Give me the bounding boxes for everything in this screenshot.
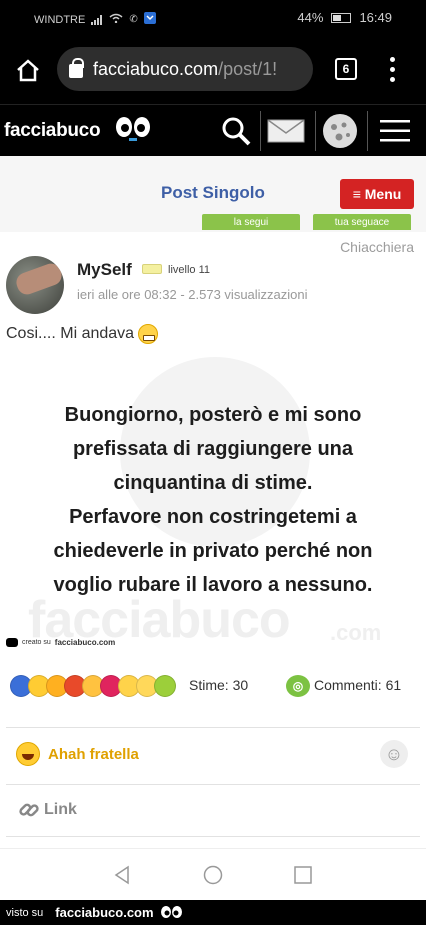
logo-eyes-icon [116, 117, 150, 141]
reactions-summary[interactable] [10, 674, 176, 698]
post-text: Cosi.... Mi andava [6, 324, 159, 344]
user-avatar-icon [323, 114, 357, 148]
battery-percent: 44% [297, 10, 324, 25]
comments-count[interactable]: Commenti: 61 [314, 677, 401, 693]
more-options-button[interactable] [385, 54, 399, 84]
wifi-icon [109, 13, 123, 26]
lock-icon [69, 58, 84, 78]
menu-button[interactable]: ≡ Menu [340, 179, 414, 209]
user-level: livello 11 [168, 264, 210, 276]
level-badge-icon [142, 264, 162, 274]
back-icon[interactable] [112, 865, 132, 885]
post-category[interactable]: Chiacchiera [340, 239, 414, 255]
divider [6, 836, 420, 837]
tab-la-segui[interactable]: la segui [202, 214, 300, 230]
tab-tua-seguace[interactable]: tua seguace [313, 214, 411, 230]
watermark-com: .com [330, 620, 382, 645]
post-meta: ieri alle ore 08:32 - 2.573 visualizzazi… [77, 287, 308, 302]
envelope-icon [267, 119, 305, 143]
avatar-photo [13, 260, 64, 298]
hamburger-icon [380, 120, 410, 142]
post-image[interactable]: facciabuco .com Buongiorno, posterò e mi… [0, 352, 426, 660]
hamburger-menu-button[interactable] [378, 113, 412, 149]
dot-icon [389, 56, 395, 62]
mini-logo-icon [6, 638, 18, 647]
tab-switcher-button[interactable]: 6 [335, 58, 357, 80]
footer-eyes-icon [160, 905, 182, 918]
reaction-picker[interactable]: Ahah fratella [16, 742, 139, 766]
post-text-content: Cosi.... Mi andava [6, 325, 135, 342]
profile-button[interactable] [321, 113, 359, 149]
page-title: Post Singolo [161, 183, 265, 202]
carrier-label: WINDTRE [34, 13, 86, 26]
avatar[interactable] [6, 256, 64, 314]
signal-icon [91, 14, 103, 25]
site-logo[interactable]: facciabuco [4, 120, 101, 142]
reaction-label: Ahah fratella [48, 745, 139, 763]
sick-emoji-icon [154, 675, 176, 697]
link-label: Link [44, 801, 77, 818]
link-button[interactable]: Link [18, 799, 77, 821]
home-button[interactable] [14, 56, 42, 84]
watermark-footer: visto su facciabuco.com [0, 900, 426, 925]
address-bar[interactable]: facciabuco.com/post/1! [57, 47, 313, 91]
grin-emoji-icon [138, 324, 159, 344]
browser-toolbar: facciabuco.com/post/1! 6 [0, 36, 426, 104]
search-button[interactable] [218, 113, 254, 149]
created-prefix: creato su [22, 639, 51, 646]
link-icon [19, 803, 39, 817]
dot-icon [389, 66, 395, 72]
status-bar: WINDTRE ✆ 44% 16:49 [0, 0, 426, 36]
home-circle-icon[interactable] [203, 865, 223, 885]
created-site: facciabuco.com [54, 638, 116, 647]
url-path: /post/1! [218, 58, 278, 79]
dot-icon [389, 76, 395, 82]
header-divider [260, 111, 261, 151]
footer-brand: facciabuco.com [55, 905, 154, 920]
clock: 16:49 [359, 10, 392, 25]
comments-icon[interactable]: ◎ [286, 675, 310, 697]
phone-icon: ✆ [129, 14, 138, 25]
url-domain: facciabuco.com [93, 58, 219, 79]
header-divider [315, 111, 316, 151]
emoji-button[interactable]: ☺ [380, 740, 408, 768]
divider [6, 727, 420, 728]
post-header: Post Singolo ≡ Menu la segui tua seguace [0, 156, 426, 232]
site-header: facciabuco [0, 104, 426, 156]
header-divider [367, 111, 368, 151]
system-nav-bar [0, 848, 426, 900]
post-image-text: Buongiorno, posterò e mi sono prefissata… [53, 404, 373, 596]
laugh-emoji-icon [16, 742, 40, 766]
battery-icon [331, 12, 352, 23]
divider [6, 784, 420, 785]
footer-prefix: visto su [6, 906, 44, 919]
created-on-label: creato su facciabuco.com [6, 638, 115, 647]
shield-icon [143, 12, 156, 27]
recents-icon[interactable] [293, 865, 313, 885]
search-icon [222, 117, 251, 146]
home-icon [17, 59, 39, 82]
username[interactable]: MySelf [77, 260, 132, 280]
messages-button[interactable] [266, 113, 306, 149]
stime-count[interactable]: Stime: 30 [189, 677, 248, 693]
